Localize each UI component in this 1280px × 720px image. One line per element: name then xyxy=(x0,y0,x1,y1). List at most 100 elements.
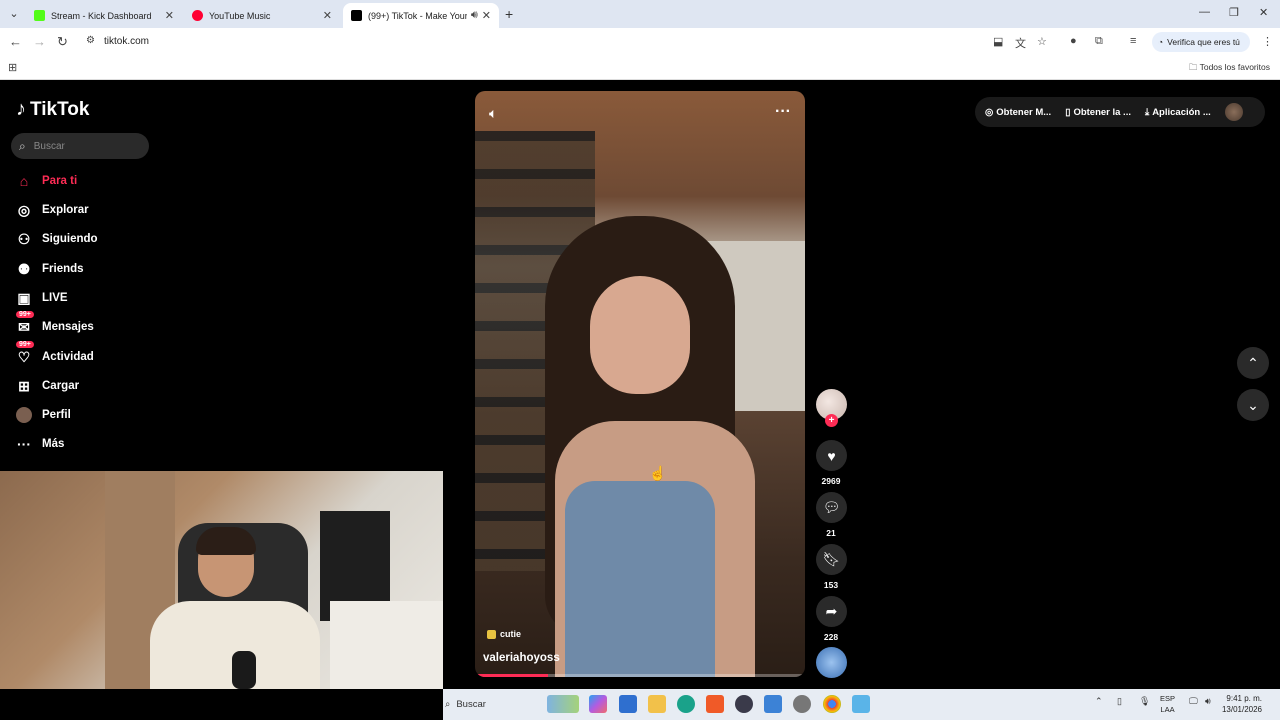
sidebar-item-mensajes[interactable]: ✉ 99+ Mensajes xyxy=(16,311,94,338)
share-button[interactable]: ➦ xyxy=(816,596,847,627)
verify-button[interactable]: ◔ Verifica que eres tú xyxy=(1152,32,1250,52)
search-icon: ⌕ xyxy=(445,698,451,710)
site-info-icon[interactable]: ⚙ xyxy=(86,35,95,46)
tiktok-favicon-icon xyxy=(351,10,362,21)
tab-tiktok[interactable]: (99+) TikTok - Make Your Day 🔊︎ ✕ xyxy=(343,3,499,28)
video-player[interactable]: 🔈︎ ··· cutie valeriahoyoss xyxy=(475,91,805,677)
tab-youtube-music[interactable]: YouTube Music ✕ xyxy=(184,3,340,28)
brave-icon[interactable] xyxy=(706,695,724,713)
volume-icon[interactable]: 🔈︎ xyxy=(489,105,497,122)
like-count: 2969 xyxy=(821,476,841,486)
sidebar-item-explorar[interactable]: ◎ Explorar xyxy=(16,199,89,221)
logo-text: TikTok xyxy=(30,98,90,120)
apps-grid-icon[interactable]: ⊞ xyxy=(8,61,17,74)
forward-icon[interactable]: → xyxy=(33,34,46,49)
bookmark-star-icon[interactable]: ☆ xyxy=(1037,35,1047,48)
comment-button[interactable]: 💬︎ xyxy=(816,492,847,523)
tray-network-icon[interactable]: 🖵︎ xyxy=(1189,696,1198,707)
extensions-icon[interactable]: ⧉ xyxy=(1095,35,1103,48)
close-tab-icon[interactable]: ✕ xyxy=(323,9,332,22)
mail-icon[interactable] xyxy=(764,695,782,713)
phone-icon: ▯ xyxy=(1065,106,1071,118)
omnibox[interactable] xyxy=(80,32,990,52)
obs-icon[interactable] xyxy=(793,695,811,713)
close-window-icon[interactable]: ✕ xyxy=(1259,6,1268,19)
url-text[interactable]: tiktok.com xyxy=(104,36,149,47)
top-right-bar: ◎ Obtener M... ▯ Obtener la ... ⤓ Aplica… xyxy=(975,97,1265,127)
video-tag[interactable]: cutie xyxy=(487,629,521,639)
video-more-icon[interactable]: ··· xyxy=(775,103,791,121)
store-icon[interactable] xyxy=(619,695,637,713)
save-button[interactable]: 🔖︎ xyxy=(816,544,847,575)
audio-icon[interactable]: 🔊︎ xyxy=(471,9,478,22)
upload-icon: ⊞ xyxy=(18,377,30,394)
all-favorites-button[interactable]: 🗀︎ Todos los favoritos xyxy=(1189,62,1270,76)
tiktok-logo[interactable]: ♪ TikTok xyxy=(16,98,89,121)
reading-list-icon[interactable]: ≡ xyxy=(1130,35,1136,47)
menu-dots-icon[interactable]: ⋮ xyxy=(1262,35,1273,48)
close-tab-icon[interactable]: ✕ xyxy=(165,9,174,22)
sidebar-item-siguiendo[interactable]: ⚇ Siguiendo xyxy=(16,228,98,250)
bookmark-icon: 🔖︎ xyxy=(822,551,841,567)
taskbar-clock[interactable]: 9:41 p. m. 13/01/2026 xyxy=(1222,693,1262,715)
tray-battery-icon[interactable]: ▯ xyxy=(1117,696,1122,707)
get-coins-button[interactable]: ◎ Obtener M... xyxy=(985,107,1051,118)
chrome-icon[interactable] xyxy=(823,695,841,713)
messages-badge: 99+ xyxy=(16,311,34,318)
translate-icon[interactable]: 文 xyxy=(1015,35,1026,51)
webcam-bed xyxy=(330,601,443,689)
app-icon[interactable] xyxy=(735,695,753,713)
sidebar-item-perfil[interactable]: Perfil xyxy=(16,404,71,426)
close-tab-icon[interactable]: ✕ xyxy=(482,9,491,22)
sidebar-item-actividad[interactable]: ♡ 99+ Actividad xyxy=(16,341,94,368)
next-video-button[interactable]: ⌄ xyxy=(1237,389,1269,421)
user-avatar[interactable] xyxy=(1224,103,1243,121)
tray-mic-icon[interactable]: 🎙︎ xyxy=(1139,696,1150,707)
search-input[interactable]: ⌕ Buscar xyxy=(11,133,149,159)
tab-title: Stream - Kick Dashboard xyxy=(51,10,152,21)
tag-icon xyxy=(487,629,496,639)
video-author[interactable]: valeriahoyoss xyxy=(483,652,560,664)
friends-icon: ⚉ xyxy=(17,260,31,277)
desktop-app-button[interactable]: ⤓ Aplicación ... xyxy=(1145,107,1211,118)
sidebar-item-label: Mensajes xyxy=(42,321,94,333)
tag-label: cutie xyxy=(500,629,522,639)
tab-title: (99+) TikTok - Make Your Day xyxy=(368,10,467,21)
taskbar-search[interactable]: ⌕ Buscar xyxy=(445,694,486,714)
new-tab-button[interactable]: + xyxy=(505,6,513,22)
activity-badge: 99+ xyxy=(16,341,34,348)
tray-chevron-icon[interactable]: ⌃ xyxy=(1095,696,1103,707)
folder-icon: 🗀︎ xyxy=(1188,62,1198,72)
language-indicator[interactable]: ESP LAA xyxy=(1160,693,1175,715)
previous-video-button[interactable]: ⌃ xyxy=(1237,347,1269,379)
video-progress-bar[interactable] xyxy=(475,674,805,677)
sidebar-item-para-ti[interactable]: ⌂ Para ti xyxy=(16,170,77,192)
chevron-up-icon: ⌃ xyxy=(1247,354,1259,371)
edge-icon[interactable] xyxy=(677,695,695,713)
sidebar-item-friends[interactable]: ⚉ Friends xyxy=(16,258,84,280)
music-disc-icon[interactable] xyxy=(816,647,847,678)
reload-icon[interactable]: ↻ xyxy=(57,34,68,50)
extension-color-icon[interactable]: ● xyxy=(1070,35,1077,47)
back-icon[interactable]: ← xyxy=(9,34,22,49)
sidebar-item-live[interactable]: ▣ LIVE xyxy=(16,287,67,309)
tab-kick[interactable]: Stream - Kick Dashboard ✕ xyxy=(26,3,182,28)
restore-icon[interactable]: ❐ xyxy=(1229,6,1239,19)
profile-avatar-icon xyxy=(16,407,32,423)
follow-button[interactable]: + xyxy=(825,414,838,427)
notepad-icon[interactable] xyxy=(852,695,870,713)
copilot-icon[interactable] xyxy=(589,695,607,713)
widget-icon[interactable] xyxy=(547,695,579,713)
tray-volume-icon[interactable]: 🔊︎ xyxy=(1205,696,1211,707)
minimize-icon[interactable]: — xyxy=(1199,6,1210,18)
video-face xyxy=(590,276,690,394)
get-app-button[interactable]: ▯ Obtener la ... xyxy=(1065,107,1131,118)
tab-search-icon[interactable]: ⌄ xyxy=(6,6,22,22)
video-progress-fill xyxy=(475,674,548,677)
sidebar-item-cargar[interactable]: ⊞ Cargar xyxy=(16,375,79,397)
like-button[interactable]: ♥ xyxy=(816,440,847,471)
sidebar-item-mas[interactable]: ··· Más xyxy=(16,433,64,455)
comment-count: 21 xyxy=(826,528,836,538)
install-icon[interactable]: ⬓ xyxy=(993,35,1003,48)
file-explorer-icon[interactable] xyxy=(648,695,666,713)
